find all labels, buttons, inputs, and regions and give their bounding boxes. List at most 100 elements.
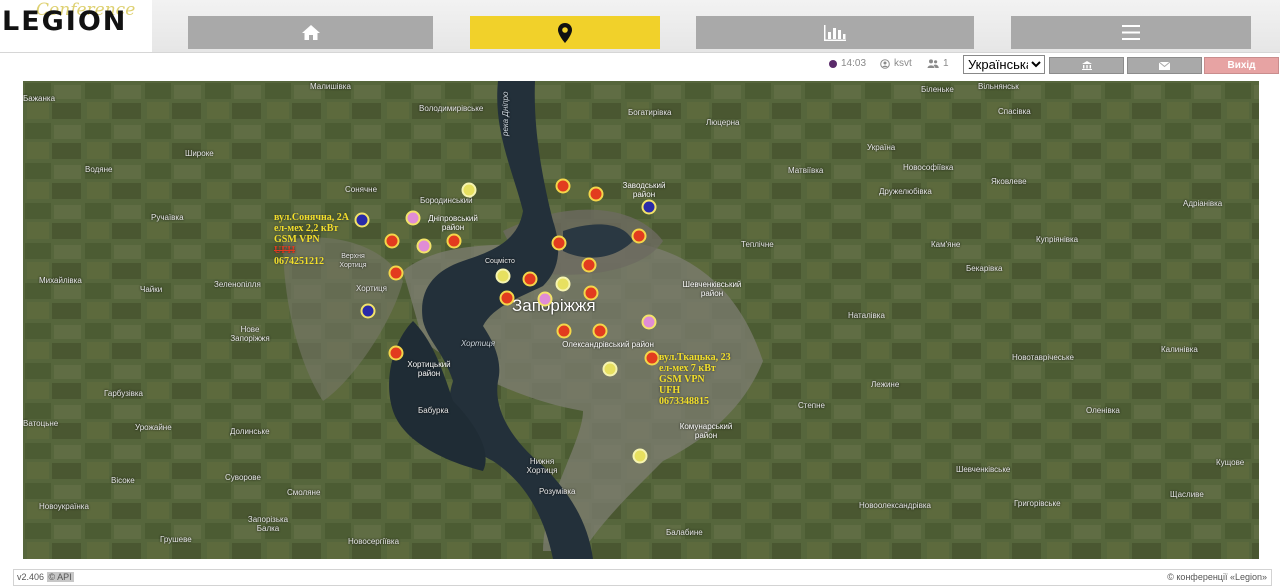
- place-label: Вісоке: [111, 476, 135, 485]
- online-count: 1: [943, 58, 949, 69]
- district-label: Хортицький район: [407, 360, 451, 378]
- place-label: Кущове: [1216, 458, 1245, 467]
- nav-tab-map[interactable]: [470, 16, 660, 49]
- map-marker[interactable]: [592, 323, 608, 339]
- exit-button[interactable]: Вихід: [1204, 57, 1279, 74]
- place-label: Балабине: [666, 528, 703, 537]
- home-icon: [301, 25, 320, 40]
- place-label: Григорівське: [1014, 499, 1061, 508]
- place-label: Володимирівське: [419, 104, 484, 113]
- place-label: Бабурка: [418, 406, 449, 415]
- footer: v2.406 © API © конференції «Legion»: [13, 569, 1272, 586]
- callout-line: ел-мех 2,2 кВт: [274, 223, 339, 234]
- map-marker[interactable]: [537, 291, 553, 307]
- place-label: Шевченківське: [956, 465, 1011, 474]
- map-marker[interactable]: [631, 228, 647, 244]
- place-label: Новоукраїнка: [39, 502, 89, 511]
- place-label: Грушеве: [160, 535, 192, 544]
- callout-phone: 0674251212: [274, 256, 324, 267]
- place-label: Урожайне: [135, 423, 172, 432]
- map-view[interactable]: Малишівка Володимирівське Богатирівка Лю…: [23, 81, 1259, 559]
- online-users[interactable]: 1: [927, 58, 949, 69]
- map-marker[interactable]: [446, 233, 462, 249]
- map-marker[interactable]: [416, 238, 432, 254]
- language-select[interactable]: Українська: [963, 55, 1045, 74]
- map-marker[interactable]: [556, 323, 572, 339]
- place-label: Адріанівка: [1183, 199, 1223, 208]
- place-label: Щасливе: [1170, 490, 1204, 499]
- callout-line: вул.Сонячна, 2А: [274, 212, 349, 223]
- district-label: Комунарський район: [679, 422, 733, 440]
- place-label: Лежине: [871, 380, 900, 389]
- map-marker[interactable]: [602, 361, 618, 377]
- place-label: Зеленопілля: [214, 280, 261, 289]
- online-dot-icon: [829, 59, 837, 68]
- map-marker[interactable]: [632, 448, 648, 464]
- place-label: Україна: [867, 143, 896, 152]
- map-marker[interactable]: [461, 182, 477, 198]
- district-label: Дніпровський район: [428, 214, 478, 232]
- nav-tab-menu[interactable]: [1011, 16, 1251, 49]
- marker-callout: вул.Сонячна, 2А ел-мех 2,2 кВт GSM VPN U…: [274, 212, 349, 267]
- map-marker[interactable]: [581, 257, 597, 273]
- place-label: Спасівка: [998, 107, 1031, 116]
- map-marker[interactable]: [388, 345, 404, 361]
- nav-tab-home[interactable]: [188, 16, 433, 49]
- map-marker[interactable]: [388, 265, 404, 281]
- user-status[interactable]: ksvt: [880, 58, 912, 69]
- callout-line: GSM VPN: [659, 374, 705, 385]
- place-label: Долинське: [230, 427, 270, 436]
- map-marker[interactable]: [588, 186, 604, 202]
- place-label: Новотаврічеське: [1012, 353, 1074, 362]
- place-label: Гарбузівка: [104, 389, 144, 398]
- place-label: Бородинський: [420, 196, 473, 205]
- place-label: Біленьке: [921, 85, 954, 94]
- map-marker[interactable]: [551, 235, 567, 251]
- map-marker[interactable]: [384, 233, 400, 249]
- place-label: Ватоцьне: [23, 419, 59, 428]
- envelope-icon: [1159, 61, 1170, 70]
- place-label: Малишівка: [310, 82, 351, 91]
- map-marker[interactable]: [641, 314, 657, 330]
- map-marker[interactable]: [495, 268, 511, 284]
- map-marker[interactable]: [555, 178, 571, 194]
- place-label: Ручаївка: [151, 213, 184, 222]
- place-label: Хортиця: [356, 284, 388, 293]
- username-text: ksvt: [894, 58, 912, 69]
- api-link[interactable]: © API: [46, 572, 74, 582]
- water-label: Хортиця: [461, 339, 496, 348]
- map-marker[interactable]: [405, 210, 421, 226]
- place-label: Розумівка: [539, 487, 576, 496]
- callout-line: UFH: [659, 385, 681, 396]
- map-marker[interactable]: [644, 350, 660, 366]
- map-marker[interactable]: [641, 199, 657, 215]
- nav-tab-statistics[interactable]: [696, 16, 974, 49]
- place-label: Бекарівка: [966, 264, 1003, 273]
- place-label: Михайлівка: [39, 276, 82, 285]
- callout-line: ел-мех 7 кВт: [659, 363, 716, 374]
- logo[interactable]: Conference LEGION: [0, 0, 152, 52]
- bank-button[interactable]: [1049, 57, 1124, 74]
- map-marker[interactable]: [499, 290, 515, 306]
- map-marker[interactable]: [360, 303, 376, 319]
- place-label: Широке: [185, 149, 214, 158]
- place-label: Яковлеве: [991, 177, 1027, 186]
- map-marker[interactable]: [522, 271, 538, 287]
- map-marker[interactable]: [354, 212, 370, 228]
- users-icon: [927, 59, 939, 68]
- place-label: Бажанка: [23, 94, 56, 103]
- map-pin-icon: [558, 22, 572, 43]
- river-label: река Дніпро: [501, 91, 510, 136]
- menu-icon: [1122, 25, 1140, 40]
- mail-button[interactable]: [1127, 57, 1202, 74]
- callout-line: GSM VPN: [274, 234, 320, 245]
- place-label: Соцмісто: [485, 258, 515, 265]
- top-header: Conference LEGION: [0, 0, 1280, 53]
- map-marker[interactable]: [583, 285, 599, 301]
- place-label: Чайки: [140, 285, 163, 294]
- marker-callout: вул.Ткацька, 23 ел-мех 7 кВт GSM VPN UFH…: [659, 352, 731, 407]
- place-label: Теплічне: [741, 240, 774, 249]
- map-marker[interactable]: [555, 276, 571, 292]
- place-label: Степне: [798, 401, 825, 410]
- place-label: Наталівка: [848, 311, 885, 320]
